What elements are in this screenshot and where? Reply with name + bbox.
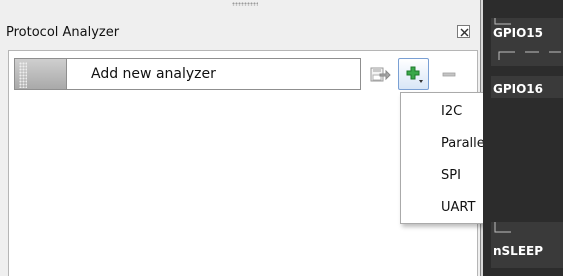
- minus-icon: [442, 72, 456, 77]
- menu-item-parallel[interactable]: Parallel: [441, 136, 488, 151]
- green-plus-icon: [406, 66, 423, 83]
- export-button[interactable]: [364, 58, 394, 90]
- grip-icon: [19, 62, 27, 88]
- drag-handle[interactable]: [14, 58, 67, 90]
- export-icon: [370, 67, 391, 82]
- signal-pane: GPIO15 GPIO16 nSLEEP: [483, 0, 563, 276]
- signal-label-nsleep: nSLEEP: [493, 244, 544, 258]
- panel-resize-grip[interactable]: [232, 2, 258, 6]
- panel-title: Protocol Analyzer: [6, 25, 120, 40]
- close-icon: [460, 28, 469, 37]
- signal-label-gpio16: GPIO16: [493, 82, 544, 96]
- analyzer-toolbar: Add new analyzer: [14, 58, 469, 92]
- signal-label-gpio15: GPIO15: [493, 26, 544, 40]
- add-analyzer-button[interactable]: [398, 58, 429, 90]
- add-analyzer-field[interactable]: Add new analyzer: [66, 58, 361, 90]
- menu-item-uart[interactable]: UART: [441, 200, 475, 215]
- menu-item-spi[interactable]: SPI: [441, 168, 461, 183]
- remove-analyzer-button[interactable]: [434, 58, 464, 90]
- close-panel-button[interactable]: [457, 25, 470, 38]
- menu-item-i2c[interactable]: I2C: [441, 104, 462, 119]
